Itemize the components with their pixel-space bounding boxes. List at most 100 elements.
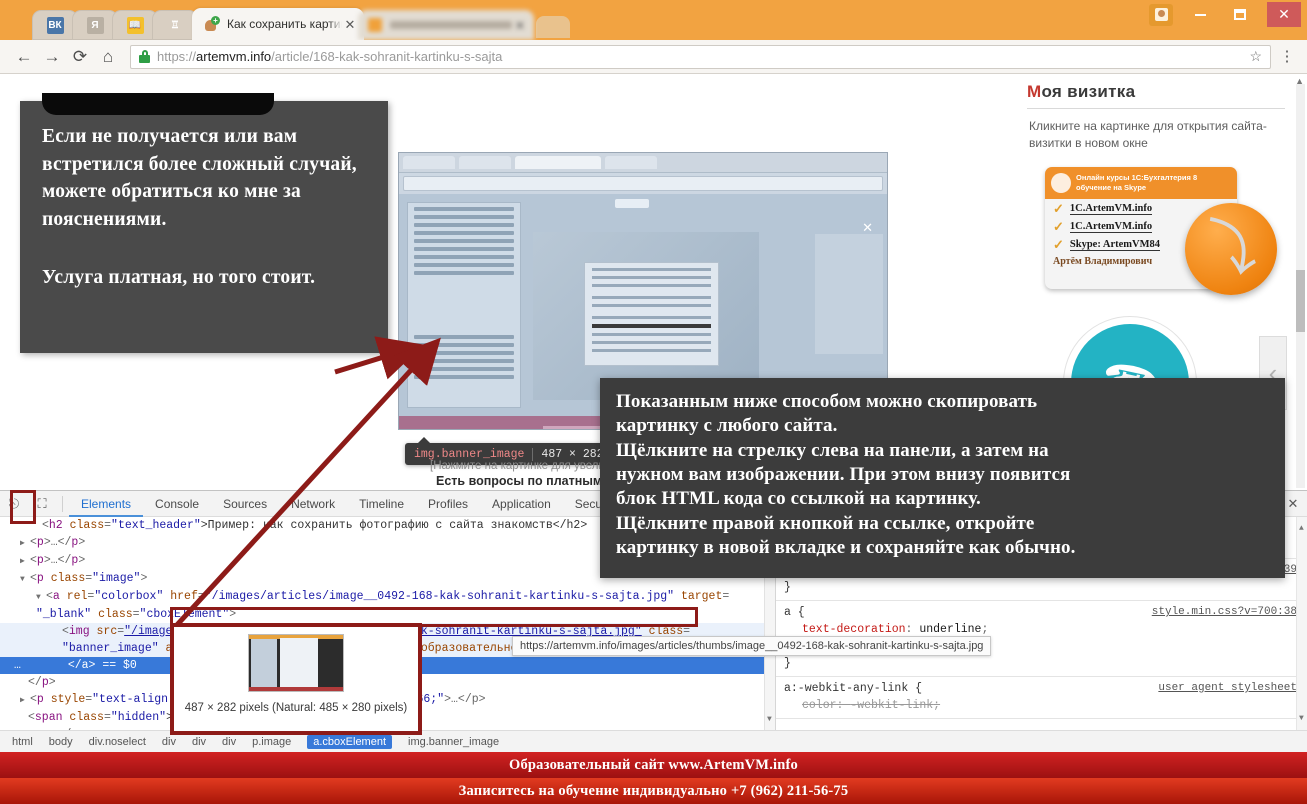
nested-close-icon: ✕ — [862, 220, 873, 235]
tab-active-kak-sohranit-kartinku[interactable]: + Как сохранить картинку ✕ — [192, 8, 364, 40]
page-scrollbar[interactable] — [1296, 84, 1305, 488]
dom-p-image-class: "image" — [92, 572, 141, 585]
bookmark-star-icon[interactable]: ☆ — [1249, 48, 1262, 65]
style-close-brace: } — [784, 581, 791, 594]
home-icon[interactable]: ⌂ — [94, 44, 122, 70]
business-card-header-text: Онлайн курсы 1С:Бухгалтерия 8 обучение н… — [1076, 173, 1197, 193]
devtools-tab-list: Elements Console Sources Network Timelin… — [69, 491, 687, 517]
avatar — [1051, 173, 1071, 193]
breadcrumb-div-1[interactable]: div — [162, 736, 176, 748]
address-bar[interactable]: https://artemvm.info/article/168-kak-soh… — [130, 44, 1271, 69]
style-prop-value: underline — [919, 623, 982, 636]
tab-sources[interactable]: Sources — [211, 491, 279, 517]
window-close-button[interactable]: ✕ — [1267, 2, 1301, 27]
breadcrumb-body[interactable]: body — [49, 736, 73, 748]
page-favicon: + — [204, 16, 220, 32]
check-icon: ✓ — [1053, 237, 1064, 252]
style-rule-webkit-any-link[interactable]: a:-webkit-any-link { user agent styleshe… — [776, 677, 1307, 719]
title-bar: ВК Я 📖 ♖ + Как сохранить картинку ✕ — [0, 0, 1307, 40]
new-tab-button[interactable] — [536, 16, 570, 38]
url-scheme: https:// — [157, 49, 197, 64]
scrollbar-thumb[interactable] — [1296, 270, 1305, 332]
url-path: /article/168-kak-sohranit-kartinku-s-saj… — [271, 49, 503, 64]
tab-blurred[interactable]: ✕ — [358, 10, 534, 40]
overlay-line-3: Щёлкните на стрелку слева на панели, а з… — [616, 439, 1049, 461]
scroll-down-icon[interactable]: ▼ — [1299, 710, 1304, 727]
expand-dots[interactable]: … — [10, 657, 25, 674]
inspect-tooltip-tag: img.banner_image — [414, 447, 525, 461]
annotation-inspect-highlight — [10, 490, 36, 524]
blurred-favicon — [368, 18, 382, 32]
inspect-tooltip-dims: 487 × 282 — [541, 447, 604, 461]
breadcrumb-a-cboxelement[interactable]: a.cboxElement — [307, 734, 393, 749]
styles-scrollbar[interactable]: ▲ ▼ — [1296, 517, 1307, 730]
window-controls: ✕ — [1149, 2, 1301, 27]
image-preview-dimensions: 487 × 282 pixels (Natural: 485 × 280 pix… — [184, 702, 408, 714]
sidebar-title: Моя визитка — [1019, 74, 1291, 108]
forward-icon[interactable]: → — [38, 44, 66, 70]
tab-console[interactable]: Console — [143, 491, 211, 517]
dom-img-class: "banner_image" — [62, 642, 159, 655]
dom-h2-text: >Пример: как сохранить фотографию с сайт… — [200, 519, 588, 532]
blurred-tab-title — [390, 21, 512, 29]
chrome-menu-icon[interactable]: ⋮ — [1277, 49, 1297, 64]
scroll-up-icon[interactable]: ▲ — [1299, 520, 1304, 537]
article-dark-note: Если не получается или вам встретился бо… — [20, 93, 388, 353]
style-selector: a:-webkit-any-link { — [784, 682, 923, 695]
back-icon[interactable]: ← — [10, 44, 38, 70]
minimize-button[interactable] — [1187, 3, 1213, 27]
style-prop-name: text-decoration — [802, 623, 906, 636]
address-bar-url: https://artemvm.info/article/168-kak-soh… — [157, 49, 502, 64]
nested-sidebar — [407, 202, 521, 408]
url-host: artemvm.info — [196, 49, 272, 64]
check-icon: ✓ — [1053, 201, 1064, 216]
dom-h2-class: "text_header" — [111, 519, 201, 532]
overlay-line-2: картинку с любого сайта. — [616, 415, 838, 437]
overlay-line-7: картинку в новой вкладке и сохраняйте ка… — [616, 536, 1076, 558]
dom-a-href: "/images/articles/image__0492-168-kak-so… — [204, 590, 675, 603]
card-row-3-label: Skype: ArtemVM84 — [1069, 239, 1161, 251]
tab-application[interactable]: Application — [480, 491, 563, 517]
close-icon[interactable]: ✕ — [342, 18, 358, 31]
overlay-line-4: нужном вам изображении. При этом внизу п… — [616, 463, 1071, 485]
breadcrumb-img-banner-image[interactable]: img.banner_image — [408, 736, 499, 748]
tab-timeline[interactable]: Timeline — [347, 491, 416, 517]
maximize-button[interactable] — [1227, 3, 1253, 27]
sidebar-description: Кликните на картинке для открытия сайта-… — [1029, 119, 1267, 150]
breadcrumb-html[interactable]: html — [12, 736, 33, 748]
instructions-overlay: Показанным ниже способом можно скопирова… — [600, 378, 1285, 578]
dom-line-anchor[interactable]: ▼ <a rel="colorbox" href="/images/article… — [0, 588, 775, 606]
dom-line-anchor-cont[interactable]: "_blank" class="cboxElement"> — [0, 606, 775, 623]
footer-site-text: Образовательный сайт www.ArtemVM.info — [508, 756, 798, 773]
profile-icon[interactable] — [1149, 3, 1173, 26]
style-source-label: user agent stylesheet — [1158, 682, 1297, 694]
breadcrumb-div-noselect[interactable]: div.noselect — [89, 736, 146, 748]
image-preview-thumbnail — [248, 634, 344, 692]
tab-network[interactable]: Network — [279, 491, 347, 517]
style-selector: a { — [784, 606, 805, 619]
tab-profiles[interactable]: Profiles — [416, 491, 480, 517]
lock-icon — [139, 50, 150, 63]
browser-toolbar: ← → ⟳ ⌂ https://artemvm.info/article/168… — [0, 40, 1307, 74]
style-close-brace: } — [784, 657, 791, 670]
browser-window: ВК Я 📖 ♖ + Как сохранить картинку ✕ — [0, 0, 1307, 752]
business-card-widget[interactable]: Онлайн курсы 1С:Бухгалтерия 8 обучение н… — [1045, 167, 1277, 295]
nested-address-bar — [403, 176, 883, 191]
close-icon[interactable]: ✕ — [512, 19, 528, 32]
breadcrumb-div-3[interactable]: div — [222, 736, 236, 748]
overlay-line-6: Щёлкните правой кнопкой на ссылке, откро… — [616, 512, 1035, 534]
arrow-down-right-icon: ⤵ — [1185, 203, 1277, 295]
mailru-favicon: ♖ — [170, 19, 180, 31]
tab-elements[interactable]: Elements — [69, 491, 143, 517]
breadcrumb-div-2[interactable]: div — [192, 736, 206, 748]
footer-banner-site: Образовательный сайт www.ArtemVM.info — [0, 752, 1307, 778]
breadcrumb-p-image[interactable]: p.image — [252, 736, 291, 748]
scroll-down-icon[interactable]: ▼ — [767, 711, 772, 728]
dom-p-style-close: >…</p> — [444, 693, 486, 706]
nested-right-column — [815, 234, 883, 354]
style-prop-color-overridden[interactable]: color: -webkit-link; — [784, 697, 1299, 714]
business-card-header: Онлайн курсы 1С:Бухгалтерия 8 обучение н… — [1045, 167, 1237, 199]
reload-icon[interactable]: ⟳ — [66, 44, 94, 70]
check-icon: ✓ — [1053, 219, 1064, 234]
style-source-link[interactable]: style.min.css?v=700:38 — [1152, 604, 1297, 621]
